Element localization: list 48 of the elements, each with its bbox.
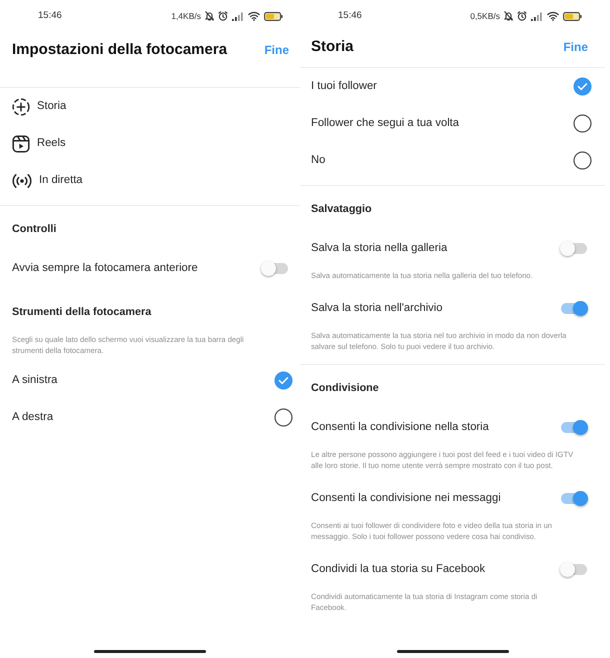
toggle-switch[interactable] xyxy=(560,562,588,576)
menu-link[interactable]: In diretta xyxy=(12,162,289,199)
toggle-switch[interactable] xyxy=(560,240,588,256)
battery-icon xyxy=(264,12,283,20)
section-heading: Controlli xyxy=(12,222,58,237)
battery-icon xyxy=(563,12,582,20)
muted-bell-icon xyxy=(205,11,214,21)
radio-button[interactable] xyxy=(573,77,592,96)
option-label: Follower che segui a tua volta xyxy=(311,116,460,132)
option-label: No xyxy=(311,153,326,168)
muted-bell-icon xyxy=(504,11,513,21)
option-label: A sinistra xyxy=(12,373,58,388)
radio-button[interactable] xyxy=(573,151,592,170)
signal-icon xyxy=(232,12,244,20)
toggle-switch[interactable] xyxy=(261,260,289,276)
dashed-plus-circle-icon xyxy=(12,98,30,116)
status-time: 15:46 xyxy=(338,8,362,23)
wifi-icon xyxy=(547,11,559,21)
setting-label: Condividi la tua storia su Facebook xyxy=(311,562,486,577)
wifi-icon xyxy=(248,11,260,21)
radio-button[interactable] xyxy=(274,371,293,390)
setting-label: Consenti la condivisione nella storia xyxy=(311,420,489,435)
status-time: 15:46 xyxy=(38,8,62,23)
radio-button[interactable] xyxy=(573,114,592,133)
option-label: A destra xyxy=(12,410,54,426)
network-speed: 0,5KB/s xyxy=(470,10,500,22)
menu-link[interactable]: Storia xyxy=(12,88,289,125)
broadcast-icon xyxy=(12,172,32,188)
alarm-clock-icon xyxy=(218,11,228,21)
radio-button[interactable] xyxy=(274,408,293,427)
toggle-switch[interactable] xyxy=(560,420,588,434)
setting-label: Avvia sempre la fotocamera anteriore xyxy=(12,260,198,276)
screen-title: Impostazioni della fotocamera xyxy=(12,40,228,60)
setting-label: Salva la storia nell'archivio xyxy=(311,300,442,316)
section-heading: Strumenti della fotocamera xyxy=(12,304,152,320)
setting-label: Salva la storia nella galleria xyxy=(311,240,448,256)
alarm-clock-icon xyxy=(517,11,527,21)
network-speed: 1,4KB/s xyxy=(171,10,201,22)
signal-icon xyxy=(531,12,543,20)
section-heading: Salvataggio xyxy=(311,202,373,217)
toggle-switch[interactable] xyxy=(560,300,588,316)
menu-link[interactable]: Reels xyxy=(12,125,289,162)
clapperboard-play-icon xyxy=(12,134,30,152)
setting-label: Consenti la condivisione nei messaggi xyxy=(311,490,501,506)
screen-title: Storia xyxy=(311,37,354,57)
section-heading: Condivisione xyxy=(311,380,380,396)
option-label: I tuoi follower xyxy=(311,79,377,94)
toggle-switch[interactable] xyxy=(560,490,588,506)
